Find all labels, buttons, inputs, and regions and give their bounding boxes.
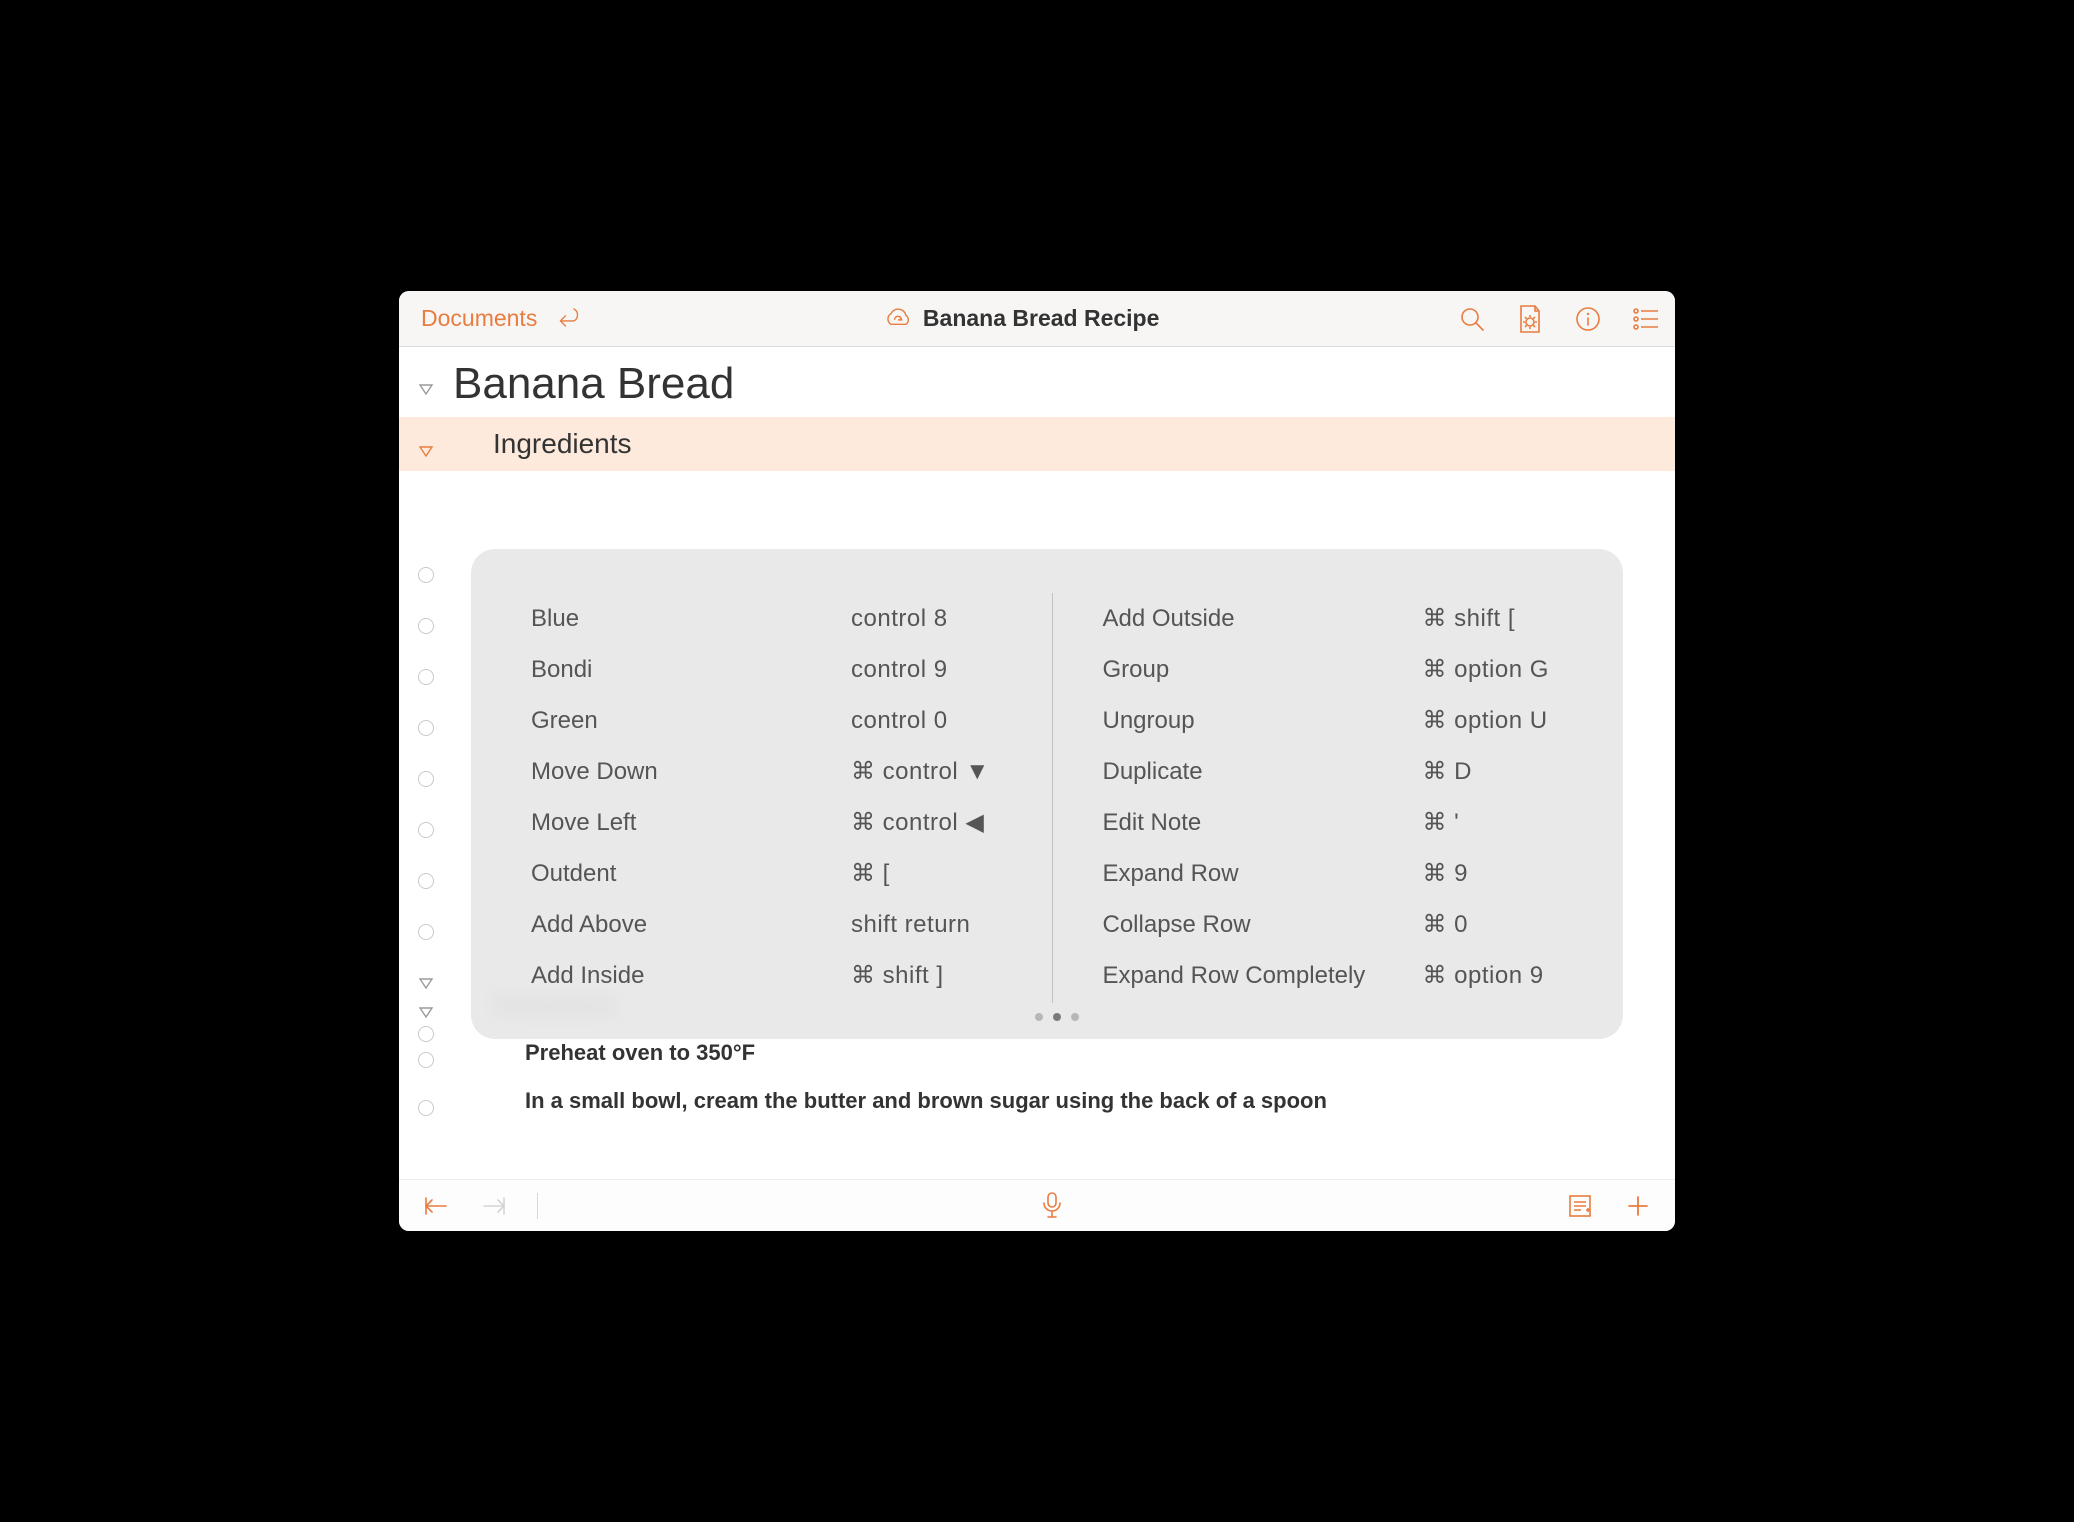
shortcut-row: Add Outside⌘ shift [: [1103, 593, 1584, 644]
shortcut-row: Collapse Row⌘ 0: [1103, 899, 1584, 950]
shortcuts-column-left: Bluecontrol 8 Bondicontrol 9 Greencontro…: [531, 593, 1053, 1003]
menu-icon[interactable]: [1631, 304, 1661, 334]
row-handle-icon[interactable]: [418, 1026, 434, 1042]
page-dot[interactable]: [1071, 1013, 1079, 1021]
shortcuts-column-right: Add Outside⌘ shift [ Group⌘ option G Ung…: [1053, 593, 1584, 1003]
add-icon[interactable]: [1623, 1191, 1653, 1221]
undo-icon[interactable]: [555, 304, 585, 334]
outline-title: Banana Bread: [453, 347, 734, 417]
cloud-sync-icon: [883, 304, 913, 334]
shortcut-row: Bondicontrol 9: [531, 644, 1012, 695]
indent-icon[interactable]: [479, 1191, 509, 1221]
document-title: Banana Bread Recipe: [923, 305, 1159, 332]
disclosure-triangle-icon[interactable]: [418, 975, 434, 991]
keyboard-shortcuts-panel: Bluecontrol 8 Bondicontrol 9 Greencontro…: [471, 549, 1623, 1039]
shortcut-row: Group⌘ option G: [1103, 644, 1584, 695]
disclosure-triangle-icon[interactable]: [418, 443, 434, 459]
page-dots[interactable]: [531, 1003, 1583, 1027]
row-handle-icon[interactable]: [418, 822, 434, 838]
search-icon[interactable]: [1457, 304, 1487, 334]
shortcut-row: Move Down⌘ control ▼: [531, 746, 1012, 797]
bottom-toolbar: [399, 1179, 1675, 1231]
row-handle-icon[interactable]: [418, 618, 434, 634]
disclosure-triangle-icon[interactable]: [418, 381, 434, 397]
ingredients-section-row[interactable]: Ingredients: [399, 417, 1675, 471]
shortcut-row: Move Left⌘ control ◀: [531, 797, 1012, 848]
page-dot[interactable]: [1053, 1013, 1061, 1021]
row-handle-icon[interactable]: [418, 567, 434, 583]
outline-body: Banana Bread Ingredients Bluecontrol 8: [399, 347, 1675, 1179]
shortcut-row: Add Inside⌘ shift ]: [531, 950, 1012, 1001]
shortcut-row: Expand Row⌘ 9: [1103, 848, 1584, 899]
row-handle-icon[interactable]: [418, 873, 434, 889]
shortcut-row: Ungroup⌘ option U: [1103, 695, 1584, 746]
outdent-icon[interactable]: [421, 1191, 451, 1221]
row-handle-icon[interactable]: [418, 924, 434, 940]
ingredient-bullets: [399, 549, 453, 1059]
section-label: Ingredients: [453, 428, 632, 460]
shortcut-row: Add Aboveshift return: [531, 899, 1012, 950]
row-handle-icon[interactable]: [418, 771, 434, 787]
page-dot[interactable]: [1035, 1013, 1043, 1021]
microphone-icon[interactable]: [1037, 1191, 1067, 1221]
shortcut-row: Edit Note⌘ ': [1103, 797, 1584, 848]
row-handle-icon[interactable]: [418, 669, 434, 685]
documents-back-button[interactable]: Documents: [421, 305, 537, 332]
row-handle-icon[interactable]: [418, 1100, 434, 1116]
row-handle-icon[interactable]: [418, 720, 434, 736]
direction-item-row[interactable]: In a small bowl, cream the butter and br…: [399, 1077, 1675, 1125]
note-icon[interactable]: [1565, 1191, 1595, 1221]
toolbar: Documents Banana Bread Recipe: [399, 291, 1675, 347]
app-window: Documents Banana Bread Recipe: [399, 291, 1675, 1231]
direction-text: In a small bowl, cream the butter and br…: [453, 1088, 1327, 1114]
outline-title-row[interactable]: Banana Bread: [399, 347, 1675, 417]
shortcut-row: Bluecontrol 8: [531, 593, 1012, 644]
document-settings-icon[interactable]: [1515, 304, 1545, 334]
shortcut-row: Expand Row Completely⌘ option 9: [1103, 950, 1584, 1001]
shortcut-row: Greencontrol 0: [531, 695, 1012, 746]
shortcut-row: Outdent⌘ [: [531, 848, 1012, 899]
info-icon[interactable]: [1573, 304, 1603, 334]
direction-text: Preheat oven to 350°F: [453, 1040, 755, 1066]
shortcut-row: Duplicate⌘ D: [1103, 746, 1584, 797]
